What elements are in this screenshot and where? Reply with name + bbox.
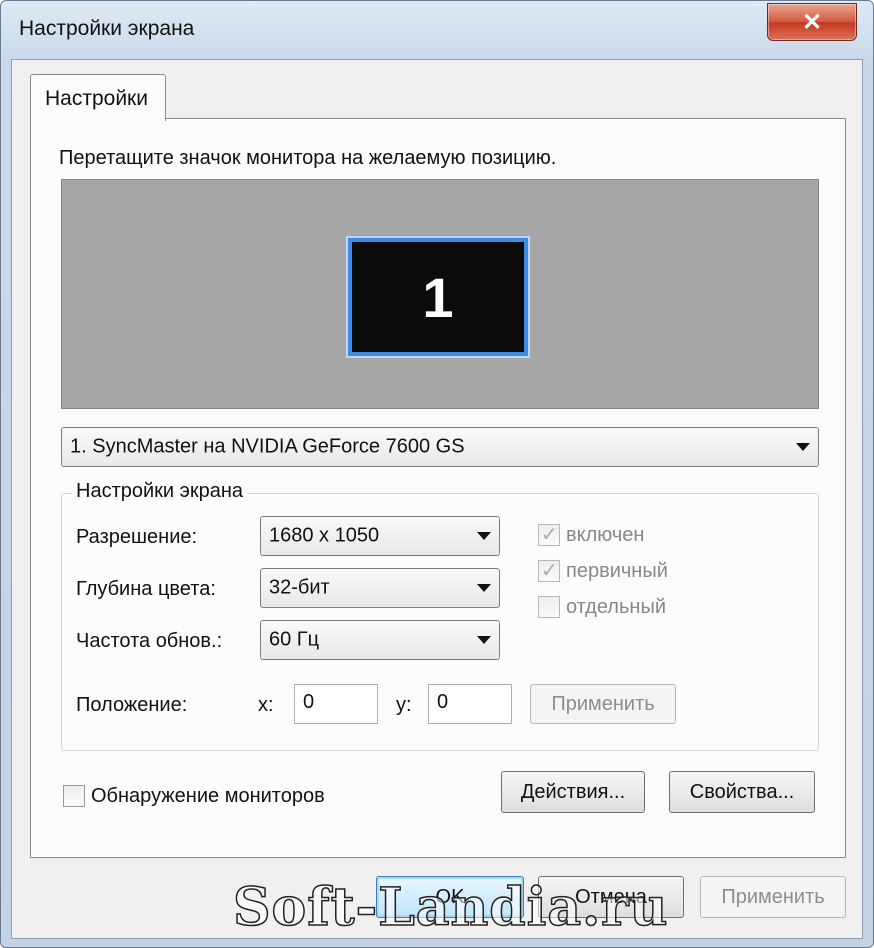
title-bar[interactable]: Настройки экрана ✕ (1, 1, 873, 57)
window-client-area: Настройки Перетащите значок монитора на … (11, 59, 863, 939)
resolution-value: 1680 x 1050 (269, 524, 380, 547)
monitor-number: 1 (422, 265, 454, 329)
enabled-checkbox[interactable] (538, 522, 560, 547)
color-depth-label: Глубина цвета: (76, 578, 216, 600)
refresh-rate-label: Частота обнов.: (76, 630, 223, 652)
monitor-1-icon[interactable]: 1 (348, 238, 528, 356)
instruction-text: Перетащите значок монитора на желаемую п… (59, 147, 557, 169)
chevron-down-icon (477, 584, 491, 592)
position-y-label: y: (396, 694, 412, 716)
display-select-value: 1. SyncMaster на NVIDIA GeForce 7600 GS (70, 435, 465, 458)
settings-tab-panel: Перетащите значок монитора на желаемую п… (30, 118, 846, 858)
ok-button[interactable]: OK (376, 876, 524, 918)
chevron-down-icon (796, 443, 810, 451)
display-settings-window: Настройки экрана ✕ Настройки Перетащите … (0, 0, 874, 948)
monitor-arrangement-area[interactable]: 1 (61, 179, 819, 409)
resolution-select[interactable]: 1680 x 1050 (260, 516, 500, 556)
position-x-value: 0 (303, 691, 315, 713)
detect-monitors-checkbox[interactable] (63, 785, 85, 807)
position-label: Положение: (76, 694, 188, 716)
enabled-checkbox-label: включен (566, 524, 645, 546)
tab-settings-label: Настройки (45, 87, 148, 110)
chevron-down-icon (477, 636, 491, 644)
detect-monitors-label: Обнаружение мониторов (91, 785, 325, 807)
window-title: Настройки экрана (19, 17, 195, 40)
position-x-input[interactable]: 0 (294, 684, 378, 724)
group-label: Настройки экрана (72, 480, 247, 503)
tab-settings[interactable]: Настройки (30, 74, 166, 121)
resolution-label: Разрешение: (76, 526, 198, 548)
refresh-rate-value: 60 Гц (269, 628, 320, 651)
apply-button[interactable]: Применить (700, 876, 846, 918)
color-depth-select[interactable]: 32-бит (260, 568, 500, 608)
position-y-input[interactable]: 0 (428, 684, 512, 724)
screen-settings-group: Настройки экрана Разрешение: 1680 x 1050… (61, 480, 819, 751)
cancel-button[interactable]: Отмена (538, 876, 684, 918)
position-x-label: x: (258, 694, 274, 716)
separate-checkbox-label: отдельный (566, 596, 666, 618)
properties-button[interactable]: Свойства... (669, 771, 815, 813)
actions-button[interactable]: Действия... (501, 771, 645, 813)
position-apply-button[interactable]: Применить (530, 684, 676, 724)
display-select[interactable]: 1. SyncMaster на NVIDIA GeForce 7600 GS (61, 427, 819, 467)
color-depth-value: 32-бит (269, 576, 330, 599)
position-y-value: 0 (437, 691, 449, 713)
close-button[interactable]: ✕ (767, 3, 857, 41)
separate-checkbox[interactable] (538, 596, 560, 618)
refresh-rate-select[interactable]: 60 Гц (260, 620, 500, 660)
close-icon: ✕ (801, 8, 823, 36)
primary-checkbox[interactable] (538, 558, 560, 583)
chevron-down-icon (477, 532, 491, 540)
primary-checkbox-label: первичный (566, 560, 668, 582)
